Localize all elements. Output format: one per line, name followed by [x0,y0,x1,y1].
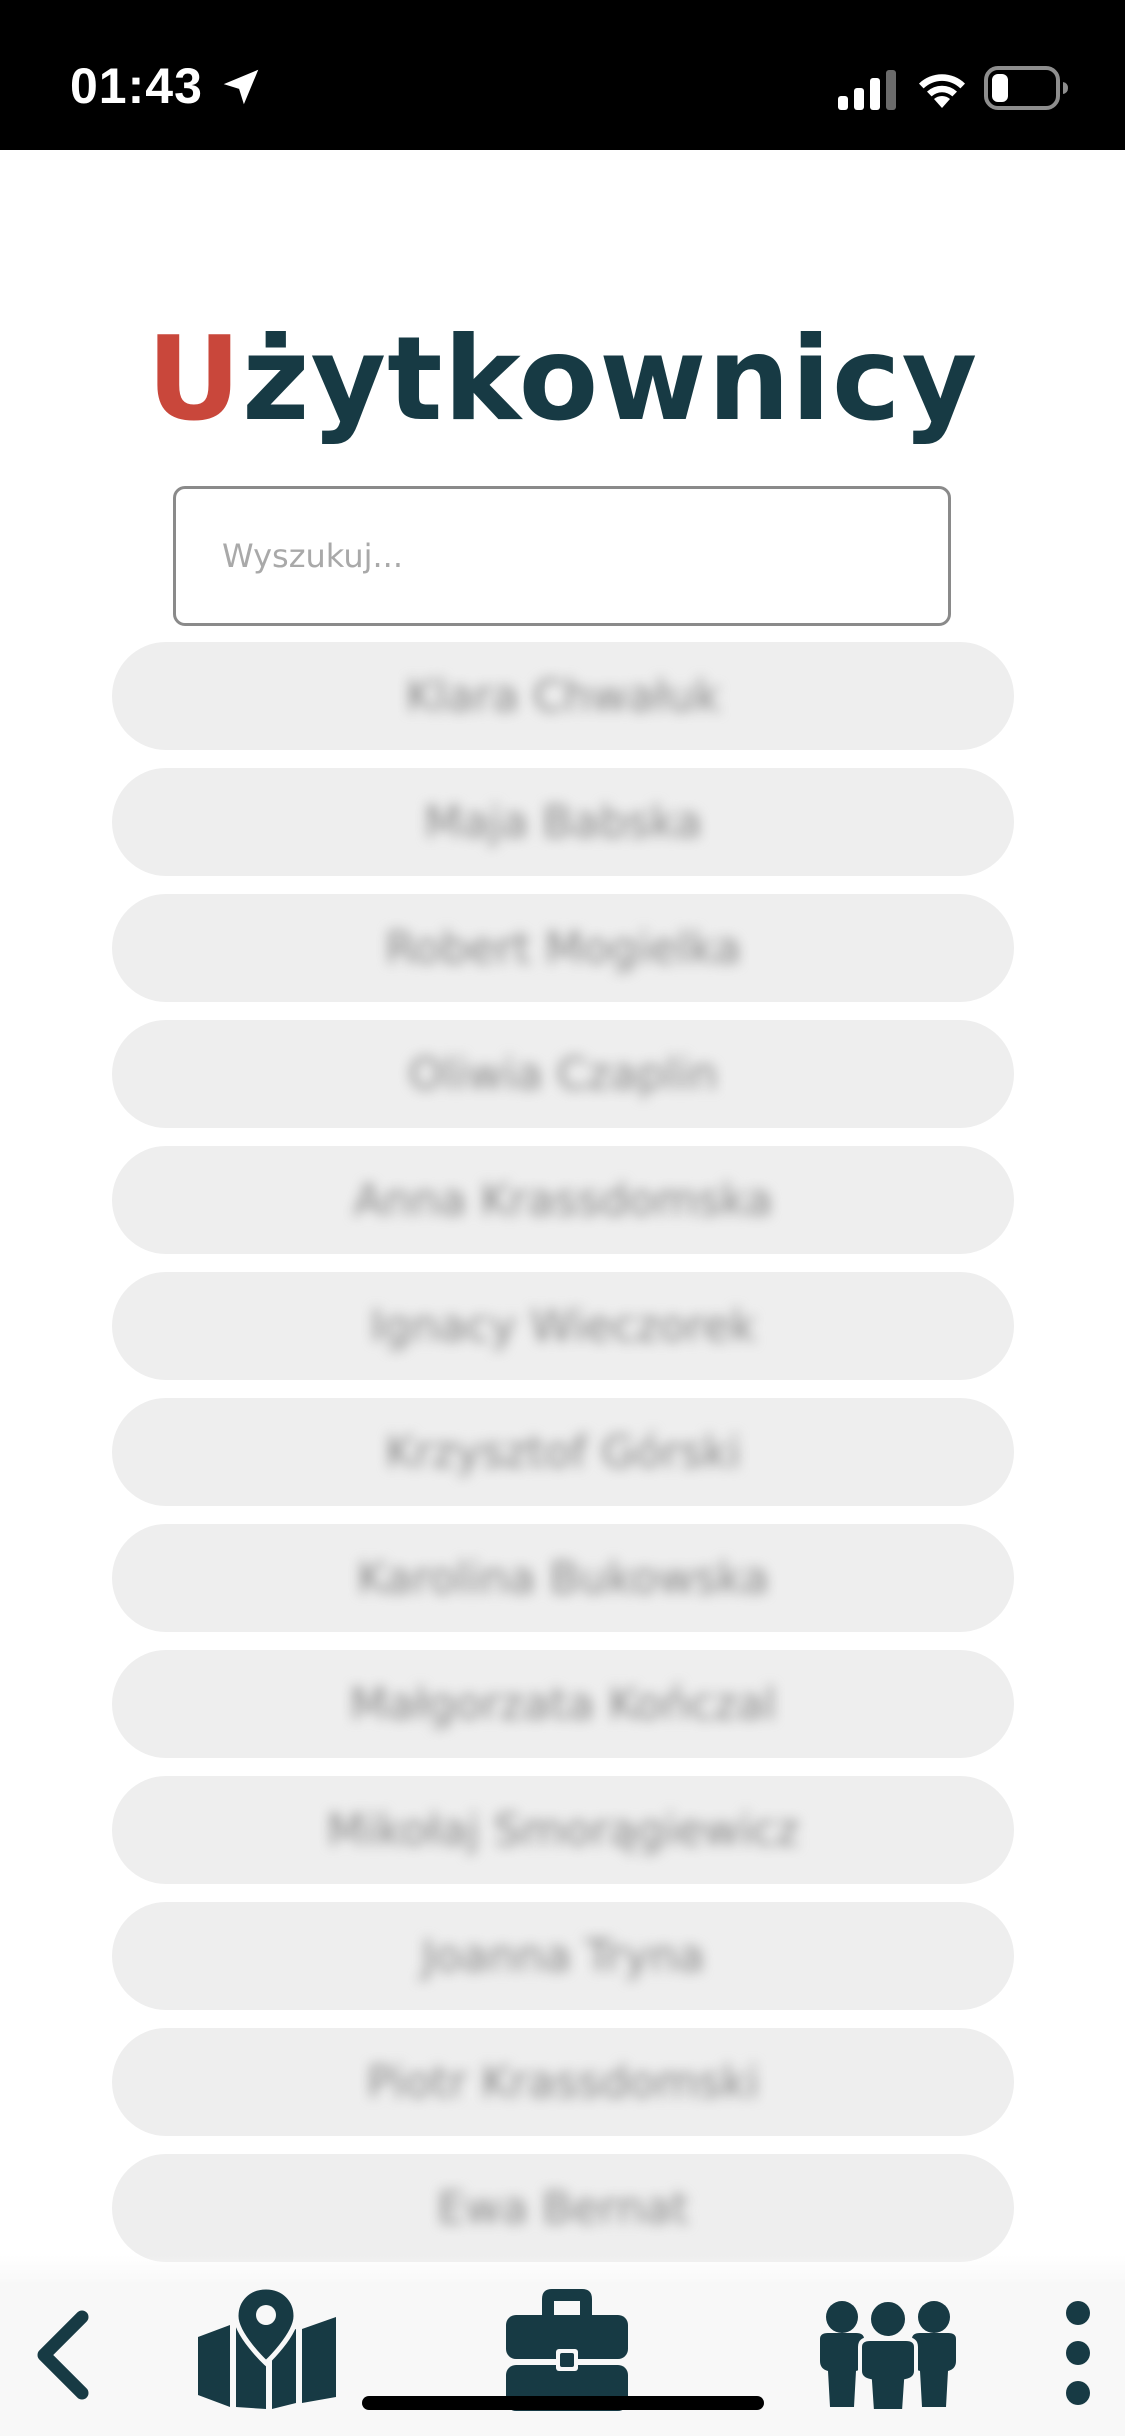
user-name: Klara Chwałuk [405,670,721,722]
bottom-nav [0,2285,1125,2436]
page-title: Użytkownicy [0,310,1125,450]
user-list-item[interactable]: Ignacy Wieczorek [112,1272,1014,1380]
page-title-first-letter: U [146,312,242,447]
user-name: Ewa Bernat [437,2182,689,2234]
back-icon[interactable] [30,2305,100,2405]
users-group-icon[interactable] [808,2297,968,2412]
user-name: Oliwia Czaplin [408,1048,718,1100]
bottom-nav-fade [0,2255,1125,2285]
user-name: Mikołaj Smorągiewicz [326,1804,800,1856]
user-list-item[interactable]: Joanna Tryna [112,1902,1014,2010]
user-name: Anna Krassdomska [353,1174,773,1226]
user-list-item[interactable]: Mikołaj Smorągiewicz [112,1776,1014,1884]
home-indicator[interactable] [362,2396,764,2410]
user-name: Piotr Krassdomski [366,2056,760,2108]
wifi-icon [919,74,965,108]
user-name: Karolina Bukowska [357,1552,769,1604]
user-list: Klara Chwałuk Maja Babska Robert Mogielk… [112,642,1014,2280]
user-name: Maja Babska [424,796,702,848]
signal-icon [838,70,896,110]
user-list-item[interactable]: Maja Babska [112,768,1014,876]
user-name: Krzysztof Górski [385,1426,741,1478]
search-input[interactable] [173,486,951,626]
user-list-item[interactable]: Piotr Krassdomski [112,2028,1014,2136]
user-list-item[interactable]: Anna Krassdomska [112,1146,1014,1254]
user-list-item[interactable]: Krzysztof Górski [112,1398,1014,1506]
user-list-item[interactable]: Karolina Bukowska [112,1524,1014,1632]
user-list-item[interactable]: Robert Mogielka [112,894,1014,1002]
status-time: 01:43 [70,58,203,114]
status-bar: 01:43 [0,0,1125,150]
map-icon[interactable] [192,2285,342,2410]
user-name: Małgorzata Kończal [349,1678,777,1730]
more-vertical-icon[interactable] [1058,2295,1098,2420]
user-name: Ignacy Wieczorek [370,1300,756,1352]
user-list-item[interactable]: Oliwia Czaplin [112,1020,1014,1128]
location-arrow-icon [223,69,259,105]
page-title-rest: żytkownicy [242,312,979,447]
battery-icon [984,66,1068,110]
user-name: Robert Mogielka [385,922,741,974]
user-name: Joanna Tryna [421,1930,705,1982]
user-list-item[interactable]: Małgorzata Kończal [112,1650,1014,1758]
user-list-item[interactable]: Ewa Bernat [112,2154,1014,2262]
user-list-item[interactable]: Klara Chwałuk [112,642,1014,750]
